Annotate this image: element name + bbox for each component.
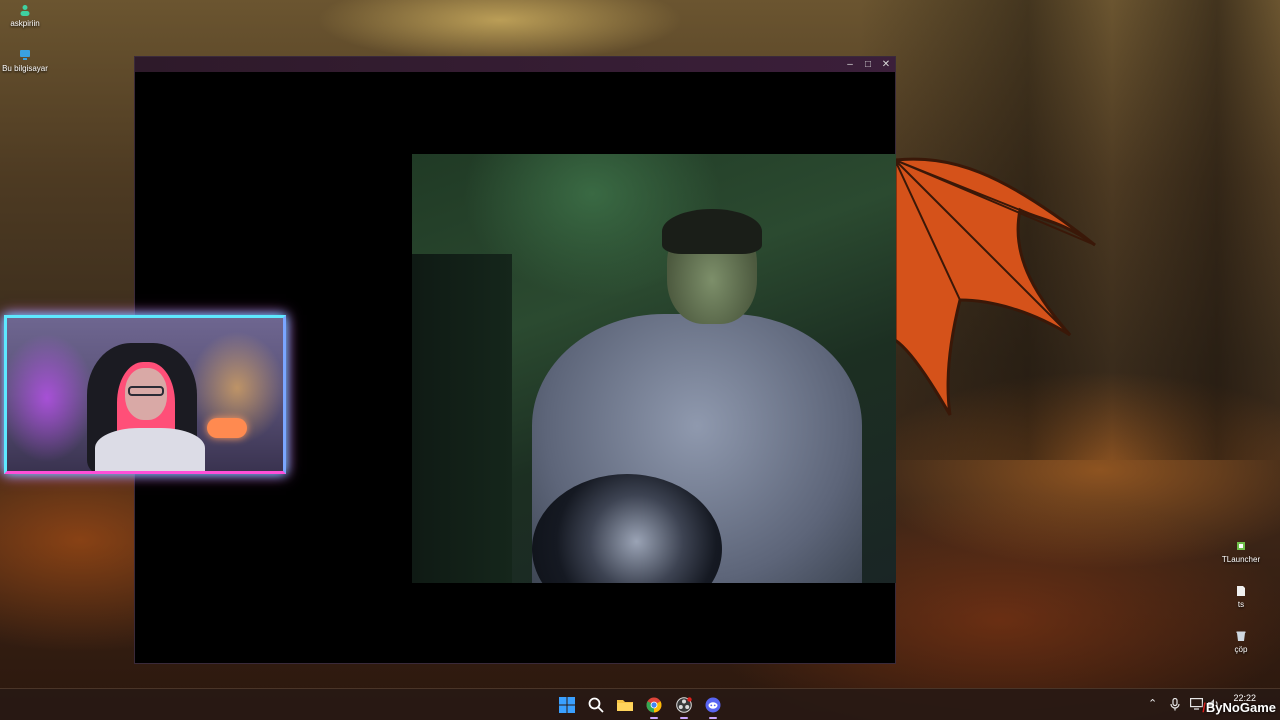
file-icon	[1237, 586, 1245, 596]
obs-icon	[676, 697, 692, 713]
desktop-icon-bu-bilgisayar[interactable]: Bu bilgisayar	[0, 49, 55, 73]
window-titlebar[interactable]: – □ ✕	[135, 57, 895, 72]
taskbar: ⌃ 22:22	[0, 688, 1280, 720]
windows-logo-icon	[559, 697, 575, 713]
desktop-icon-label: TLauncher	[1221, 555, 1261, 564]
search-button[interactable]	[585, 695, 607, 715]
desktop-icon-tlauncher[interactable]: TLauncher	[1211, 540, 1271, 564]
desktop-icon-recycle-bin[interactable]: çöp	[1211, 630, 1271, 654]
folder-icon	[617, 700, 633, 711]
discord-icon	[705, 697, 721, 713]
facecam-glasses	[128, 386, 164, 396]
desktop-icon-label: Bu bilgisayar	[2, 64, 48, 73]
file-explorer-button[interactable]	[614, 695, 636, 715]
webcam-video-feed	[412, 154, 896, 583]
video-person-hair	[662, 209, 762, 254]
desktop-icon-label: askpiriin	[10, 19, 40, 28]
computer-icon	[20, 50, 30, 60]
bynogame-watermark: /ByNoGame	[1202, 700, 1276, 715]
start-button[interactable]	[556, 695, 578, 715]
close-button[interactable]: ✕	[877, 57, 895, 72]
user-folder-icon	[20, 5, 30, 16]
maximize-button[interactable]: □	[859, 57, 877, 72]
desktop-icon-ts[interactable]: ts	[1211, 585, 1271, 609]
streamer-facecam	[4, 315, 286, 474]
tray-overflow-chevron[interactable]: ⌃	[1148, 697, 1157, 710]
facecam-microphone	[207, 418, 247, 438]
recycle-bin-icon	[1236, 631, 1246, 641]
chrome-icon	[646, 697, 662, 713]
watermark-text: ByNoGame	[1205, 700, 1276, 715]
facecam-shirt	[95, 428, 205, 471]
tray-microphone-icon[interactable]	[1170, 697, 1180, 714]
desktop-icon-askpiriin[interactable]: askpiriin	[0, 4, 55, 28]
minimize-button[interactable]: –	[841, 57, 859, 72]
tlauncher-icon	[1237, 542, 1245, 550]
desktop-icon-label: çöp	[1234, 645, 1248, 654]
obs-button[interactable]	[673, 695, 695, 719]
desktop-icon-label: ts	[1237, 600, 1245, 609]
search-icon	[588, 697, 604, 713]
discord-button[interactable]	[702, 695, 724, 719]
dragon-wing-illustration	[893, 157, 1096, 416]
microphone-icon	[1170, 697, 1180, 711]
video-background-shelf	[412, 254, 512, 583]
chrome-button[interactable]	[643, 695, 665, 719]
